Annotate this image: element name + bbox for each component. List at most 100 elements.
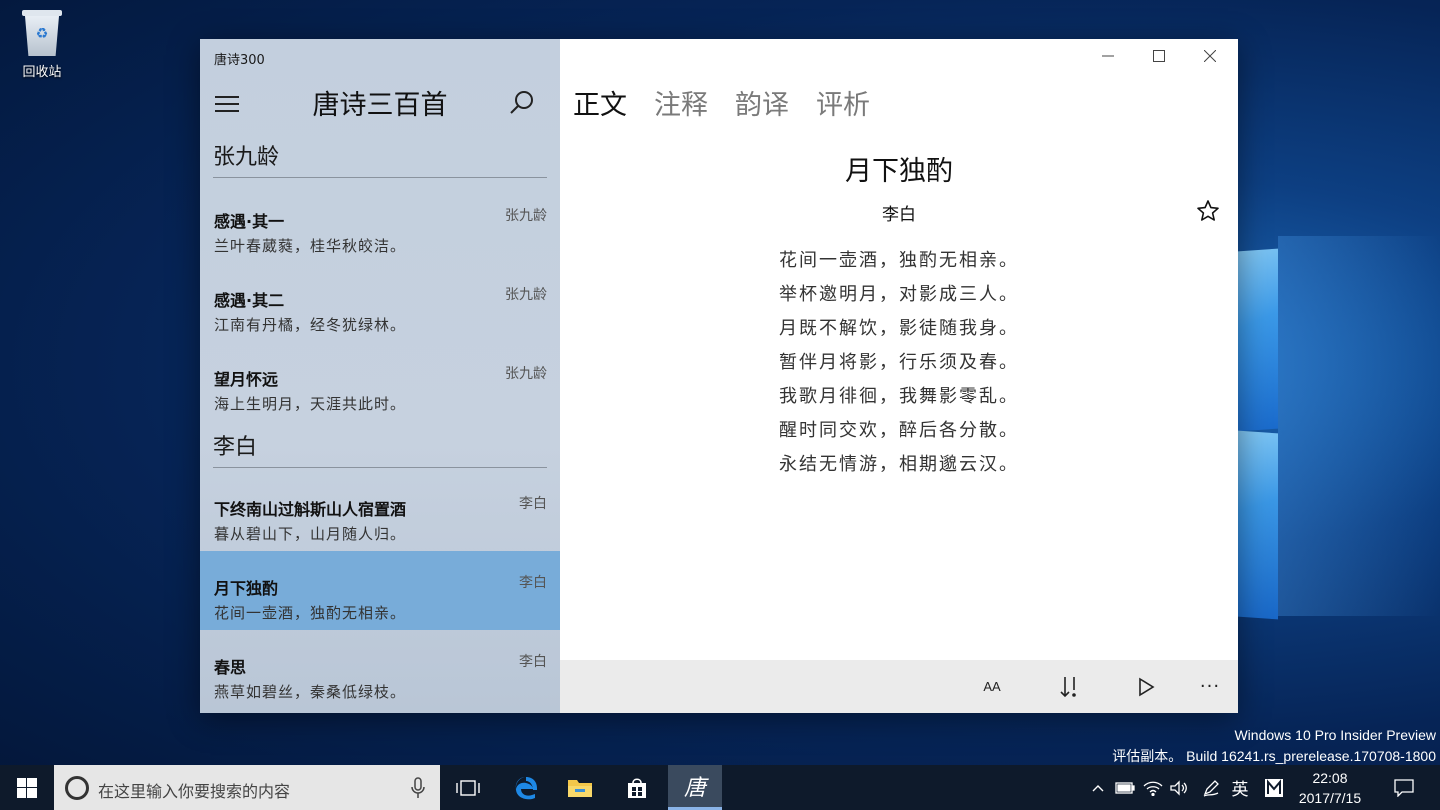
play-button[interactable] — [1121, 660, 1171, 713]
close-button[interactable] — [1184, 39, 1235, 73]
battery-tray[interactable] — [1112, 765, 1138, 810]
tang-app-icon: 唐 — [683, 776, 706, 801]
minimize-icon — [1101, 55, 1114, 57]
tab-notes[interactable]: 注释 — [654, 83, 708, 122]
font-size-icon: AA — [983, 678, 1000, 696]
list-title: 唐诗三百首 — [312, 90, 448, 121]
poem-item-first-line: 兰叶春葳蕤，桂华秋皎洁。 — [214, 237, 407, 255]
store-icon — [628, 777, 646, 798]
tab-analysis[interactable]: 评析 — [816, 83, 870, 122]
detail-tabs: 正文 注释 韵译 评析 — [573, 83, 897, 122]
poem-line: 举杯邀明月，对影成三人。 — [779, 284, 1019, 305]
clock-time: 22:08 — [1312, 770, 1348, 786]
tab-translation[interactable]: 韵译 — [735, 83, 789, 122]
watermark-line-1: Windows 10 Pro Insider Preview — [1234, 727, 1436, 743]
section-header-zhangjiuling: 张九龄 — [213, 145, 280, 170]
tab-text[interactable]: 正文 — [573, 83, 627, 122]
search-icon[interactable] — [508, 89, 536, 117]
close-icon — [1203, 50, 1216, 62]
poem-item-first-line: 花间一壶酒，独酌无相亲。 — [214, 604, 407, 622]
poem-detail-pane: 正文 注释 韵译 评析 月下独酌 李白 花间一壶酒，独酌无相亲。 举杯邀明月，对… — [560, 39, 1238, 713]
volume-icon — [1170, 779, 1187, 796]
poem-item-author: 李白 — [519, 654, 547, 670]
ime-mode-icon — [1265, 778, 1283, 797]
poem-item-title: 感遇·其一 — [214, 212, 285, 231]
wifi-icon — [1143, 781, 1163, 796]
poem-list-item[interactable]: 感遇·其二 张九龄 江南有丹橘，经冬犹绿林。 — [200, 267, 560, 346]
ime-language-indicator[interactable]: 英 — [1226, 765, 1254, 810]
poem-list-item[interactable]: 望月怀远 张九龄 海上生明月，天涯共此时。 — [200, 346, 560, 425]
play-icon — [1139, 677, 1155, 696]
poem-item-first-line: 燕草如碧丝，秦桑低绿枝。 — [214, 683, 407, 701]
sort-button[interactable] — [1044, 660, 1094, 713]
microphone-icon[interactable] — [410, 777, 426, 799]
poem-item-author: 张九龄 — [505, 287, 547, 303]
windows-watermark: Windows 10 Pro Insider Preview 评估副本。 Bui… — [1112, 725, 1436, 767]
edge-browser-button[interactable] — [499, 765, 553, 810]
task-view-button[interactable] — [441, 765, 495, 810]
poem-list-item[interactable]: 春思 李白 燕草如碧丝，秦桑低绿枝。 — [200, 630, 560, 709]
poem-body: 花间一壶酒，独酌无相亲。 举杯邀明月，对影成三人。 月既不解饮，影徒随我身。 暂… — [560, 244, 1238, 482]
poem-line: 醒时同交欢，醉后各分散。 — [779, 420, 1019, 441]
taskbar-search-box[interactable]: 在这里输入你要搜索的内容 — [54, 765, 440, 810]
taskbar: 在这里输入你要搜索的内容 唐 英 22:08 2017/7/15 — [0, 765, 1440, 810]
poem-list-pane: 唐诗300 唐诗三百首 张九龄 感遇·其一 张九龄 兰叶春葳蕤，桂华秋皎洁。 感… — [200, 39, 560, 713]
section-header-libai: 李白 — [213, 435, 258, 460]
poem-item-author: 李白 — [519, 575, 547, 591]
poem-item-author: 张九龄 — [505, 208, 547, 224]
watermark-line-2: 评估副本。 Build 16241.rs_prerelease.170708-1… — [1112, 748, 1436, 764]
poem-line: 暂伴月将影，行乐须及春。 — [779, 352, 1019, 373]
show-hidden-icons-button[interactable] — [1088, 765, 1108, 810]
clock-date: 2017/7/15 — [1298, 790, 1362, 806]
network-tray[interactable] — [1140, 765, 1166, 810]
more-icon: ··· — [1199, 676, 1221, 697]
search-placeholder: 在这里输入你要搜索的内容 — [98, 782, 291, 801]
window-title: 唐诗300 — [214, 53, 265, 68]
battery-icon — [1115, 781, 1135, 794]
poem-title: 月下独酌 — [845, 156, 953, 187]
maximize-icon — [1152, 50, 1165, 62]
poem-line: 永结无情游，相期邈云汉。 — [779, 454, 1019, 475]
poem-item-first-line: 江南有丹橘，经冬犹绿林。 — [214, 316, 407, 334]
app-window: 唐诗300 唐诗三百首 张九龄 感遇·其一 张九龄 兰叶春葳蕤，桂华秋皎洁。 感… — [200, 39, 1238, 713]
star-icon[interactable] — [1196, 199, 1220, 223]
font-size-label: AA — [983, 678, 1001, 694]
action-center-button[interactable] — [1388, 765, 1420, 810]
volume-tray[interactable] — [1166, 765, 1192, 810]
tang-poems-app-button[interactable]: 唐 — [668, 765, 722, 810]
recycle-bin-desktop-icon[interactable]: ♻ 回收站 — [10, 6, 74, 80]
poem-list-item[interactable]: 下终南山过斛斯山人宿置酒 李白 暮从碧山下，山月随人归。 — [200, 472, 560, 551]
font-size-button[interactable]: AA — [967, 660, 1017, 713]
poem-line: 我歌月徘徊，我舞影零乱。 — [779, 386, 1019, 407]
recycle-bin-icon: ♻ — [21, 6, 63, 56]
section-divider — [213, 467, 547, 468]
minimize-button[interactable] — [1082, 39, 1133, 73]
store-button[interactable] — [610, 765, 664, 810]
task-view-icon — [456, 779, 480, 796]
notification-icon — [1394, 778, 1414, 797]
windows-logo-wallpaper — [1238, 236, 1440, 620]
poem-list-item[interactable]: 感遇·其一 张九龄 兰叶春葳蕤，桂华秋皎洁。 — [200, 188, 560, 267]
poem-item-title: 月下独酌 — [214, 579, 279, 598]
poem-item-title: 春思 — [214, 658, 247, 677]
edge-icon — [515, 776, 537, 799]
file-explorer-button[interactable] — [553, 765, 607, 810]
start-button[interactable] — [0, 765, 54, 810]
poem-item-first-line: 海上生明月，天涯共此时。 — [214, 395, 407, 413]
sort-icon — [1060, 676, 1076, 697]
ime-mode-tray[interactable] — [1260, 765, 1288, 810]
poem-list-item-selected[interactable]: 月下独酌 李白 花间一壶酒，独酌无相亲。 — [200, 551, 560, 630]
poem-item-author: 李白 — [519, 496, 547, 512]
poem-item-title: 感遇·其二 — [214, 291, 285, 310]
poem-item-title: 下终南山过斛斯山人宿置酒 — [214, 500, 407, 519]
more-button[interactable]: ··· — [1185, 660, 1235, 713]
poem-author: 李白 — [882, 205, 916, 225]
section-divider — [213, 177, 547, 178]
pen-icon — [1203, 779, 1219, 797]
cortana-icon — [65, 776, 89, 800]
command-bar: AA ··· — [560, 660, 1238, 713]
taskbar-clock[interactable]: 22:08 2017/7/15 — [1290, 768, 1370, 808]
windows-start-icon — [17, 777, 37, 798]
pen-tray[interactable] — [1198, 765, 1224, 810]
maximize-button[interactable] — [1133, 39, 1184, 73]
